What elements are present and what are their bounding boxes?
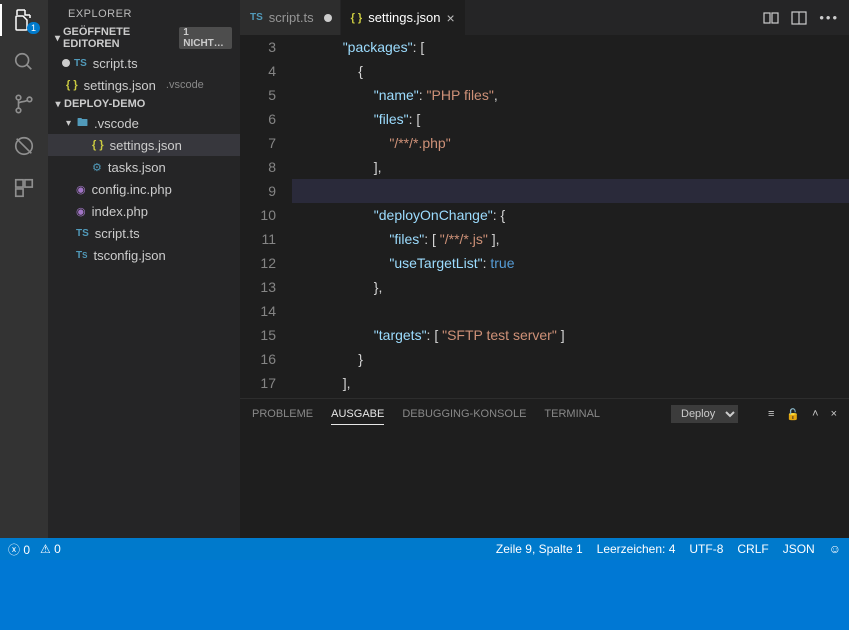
activity-bar: 1 [0,0,48,538]
panel-tab-debug[interactable]: DEBUGGING-KONSOLE [402,404,526,424]
encoding[interactable]: UTF-8 [689,542,723,556]
json-icon: { } [92,139,104,151]
editor-area: TS script.ts { } settings.json × ••• 345… [240,0,849,538]
editor-tabs: TS script.ts { } settings.json × ••• [240,0,849,35]
indentation[interactable]: Leerzeichen: 4 [597,542,676,556]
sidebar: EXPLORER ▾ GEÖFFNETE EDITOREN 1 NICHT… T… [48,0,240,538]
tasks-icon: ⚙ [92,161,102,174]
open-editors-badge: 1 NICHT… [179,27,232,49]
typescript-icon: TS [76,228,89,239]
open-editors-header[interactable]: ▾ GEÖFFNETE EDITOREN 1 NICHT… [48,24,240,52]
file-item[interactable]: ⚙ tasks.json [48,156,240,178]
statusbar: ⓧ 0 ⚠ 0 Zeile 9, Spalte 1 Leerzeichen: 4… [0,538,849,560]
tab-settings[interactable]: { } settings.json × [341,0,466,35]
file-item[interactable]: TS script.ts [48,222,240,244]
folder-item[interactable]: ▾ 🖿 .vscode [48,112,240,134]
eol[interactable]: CRLF [737,542,768,556]
lock-icon[interactable]: 🔓 [786,408,800,421]
chevron-down-icon: ▾ [52,99,64,110]
clear-icon[interactable]: ≡ [768,408,774,421]
panel-tab-terminal[interactable]: TERMINAL [544,404,600,424]
folder-icon: 🖿 [77,114,88,133]
dirty-indicator [62,59,70,67]
chevron-down-icon: ▾ [52,33,63,44]
feedback-icon[interactable]: ☺ [829,542,841,556]
file-item[interactable]: ◉ index.php [48,200,240,222]
sidebar-title: EXPLORER [48,0,240,24]
typescript-icon: TS [76,250,87,261]
panel-tab-problems[interactable]: PROBLEME [252,404,313,424]
json-icon: { } [351,12,363,24]
more-icon[interactable]: ••• [819,10,839,25]
file-item[interactable]: ◉ config.inc.php [48,178,240,200]
close-icon[interactable]: × [831,408,837,421]
debug-icon[interactable] [12,134,36,158]
typescript-icon: TS [74,58,87,69]
explorer-icon[interactable]: 1 [12,8,36,32]
typescript-icon: TS [250,12,263,23]
open-editor-item[interactable]: TS script.ts [48,52,240,74]
compare-icon[interactable] [763,10,779,26]
errors-indicator[interactable]: ⓧ 0 [8,541,30,558]
close-icon[interactable]: × [446,10,454,26]
json-icon: { } [66,79,78,91]
explorer-badge: 1 [27,22,40,34]
bottom-panel: PROBLEME AUSGABE DEBUGGING-KONSOLE TERMI… [240,398,849,538]
search-icon[interactable] [12,50,36,74]
extensions-icon[interactable] [12,176,36,200]
warnings-indicator[interactable]: ⚠ 0 [40,542,61,556]
open-editor-item[interactable]: { } settings.json .vscode [48,74,240,96]
output-channel-select[interactable]: Deploy [671,405,738,423]
file-item[interactable]: { } settings.json [48,134,240,156]
tab-script[interactable]: TS script.ts [240,0,341,35]
php-icon: ◉ [76,205,86,218]
panel-tab-output[interactable]: AUSGABE [331,404,384,425]
chevron-up-icon[interactable]: ˄ [812,408,818,421]
file-item[interactable]: TS tsconfig.json [48,244,240,266]
project-header[interactable]: ▾ DEPLOY-DEMO [48,96,240,112]
chevron-down-icon: ▾ [66,118,71,129]
source-control-icon[interactable] [12,92,36,116]
language-mode[interactable]: JSON [783,542,815,556]
cursor-position[interactable]: Zeile 9, Spalte 1 [496,542,583,556]
split-icon[interactable] [791,10,807,26]
php-icon: ◉ [76,183,86,196]
code-editor[interactable]: 345678910111213141516171819 "packages": … [240,35,849,398]
dirty-indicator [324,14,332,22]
